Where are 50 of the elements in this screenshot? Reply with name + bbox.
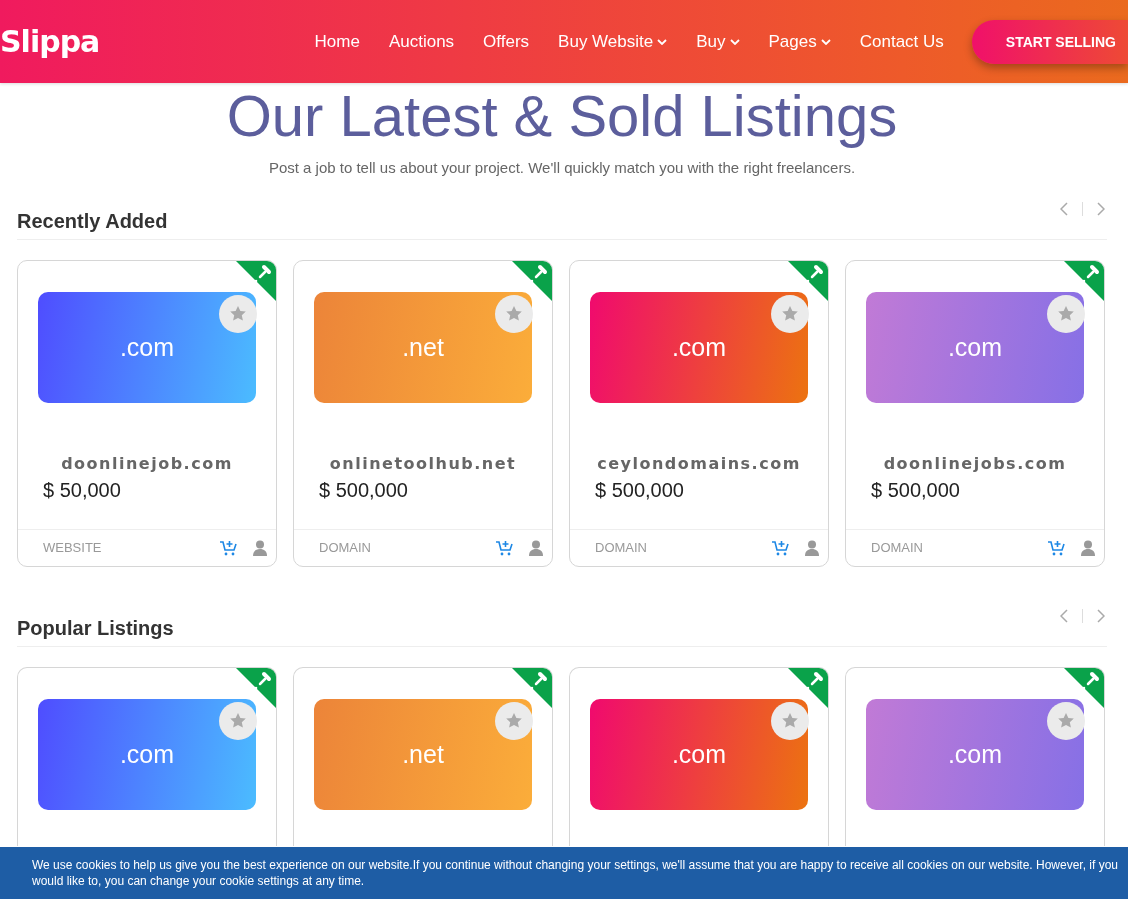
page-subtitle: Post a job to tell us about your project. We'll quickly match you with the right freelancers. [267,158,857,176]
listing-category: WEBSITE [43,540,103,556]
domain-extension: .com [947,332,1003,362]
domain-extension: .com [671,332,727,362]
user-icon[interactable] [805,539,819,556]
listing-card[interactable]: .com [845,666,1105,846]
domain-name[interactable]: ceylondomains.com [570,453,828,473]
listing-card[interactable]: .com doonlinejob.com $ 50,000 WEBSITE [17,259,277,567]
domain-name[interactable]: doonlinejobs.com [846,453,1104,473]
user-icon[interactable] [529,539,543,556]
page-title: Our Latest & Sold Listings [225,86,899,147]
listing-price: $ 500,000 [319,478,409,502]
listing-card[interactable]: .com doonlinejobs.com $ 500,000 DOMAIN [845,259,1105,567]
nav-link[interactable]: Pages [768,31,831,52]
listing-price: $ 500,000 [595,478,685,502]
nav-link[interactable]: Contact Us [859,31,944,52]
listing-card[interactable]: .net [293,666,553,846]
user-icon[interactable] [1081,539,1095,556]
listing-card[interactable]: .com ceylondomains.com $ 500,000 DOMAIN [569,259,829,567]
nav-link[interactable]: Auctions [388,31,455,52]
listing-card[interactable]: .net onlinetoolhub.net $ 500,000 DOMAIN [293,259,553,567]
domain-name[interactable]: doonlinejob.com [18,453,276,473]
nav-link[interactable]: Buy [696,31,740,52]
nav-link[interactable]: Home [314,31,360,52]
add-to-cart-icon[interactable] [219,539,237,556]
domain-extension: .com [947,739,1003,769]
domain-extension: .net [402,332,444,362]
domain-name[interactable]: onlinetoolhub.net [294,453,552,473]
add-to-cart-icon[interactable] [495,539,513,556]
listing-price: $ 500,000 [871,478,961,502]
section-heading: Recently Added [17,208,168,233]
cookie-notice: We use cookies to help us give you the best experience on our website.If you continue without changing your settings, we'll assume that you are happy to receive all cookies on our website. However, if you would like to, you can change your cookie settings at any time. [32,857,1120,889]
domain-extension: .net [402,739,444,769]
listing-card[interactable]: .com [569,666,829,846]
user-icon[interactable] [253,539,267,556]
add-to-cart-icon[interactable] [771,539,789,556]
nav-link[interactable]: Offers [483,31,530,52]
nav-link[interactable]: Buy Website [558,31,668,52]
section-heading: Popular Listings [17,615,174,640]
start-selling-button[interactable]: START SELLING [971,19,1128,64]
listing-category: DOMAIN [595,540,648,556]
brand-logo[interactable]: Slippa [0,24,100,59]
listing-category: DOMAIN [871,540,924,556]
domain-extension: .com [119,739,175,769]
listing-category: DOMAIN [319,540,372,556]
add-to-cart-icon[interactable] [1047,539,1065,556]
listing-card[interactable]: .com [17,666,277,846]
domain-extension: .com [119,332,175,362]
listing-price: $ 50,000 [43,478,122,502]
domain-extension: .com [671,739,727,769]
